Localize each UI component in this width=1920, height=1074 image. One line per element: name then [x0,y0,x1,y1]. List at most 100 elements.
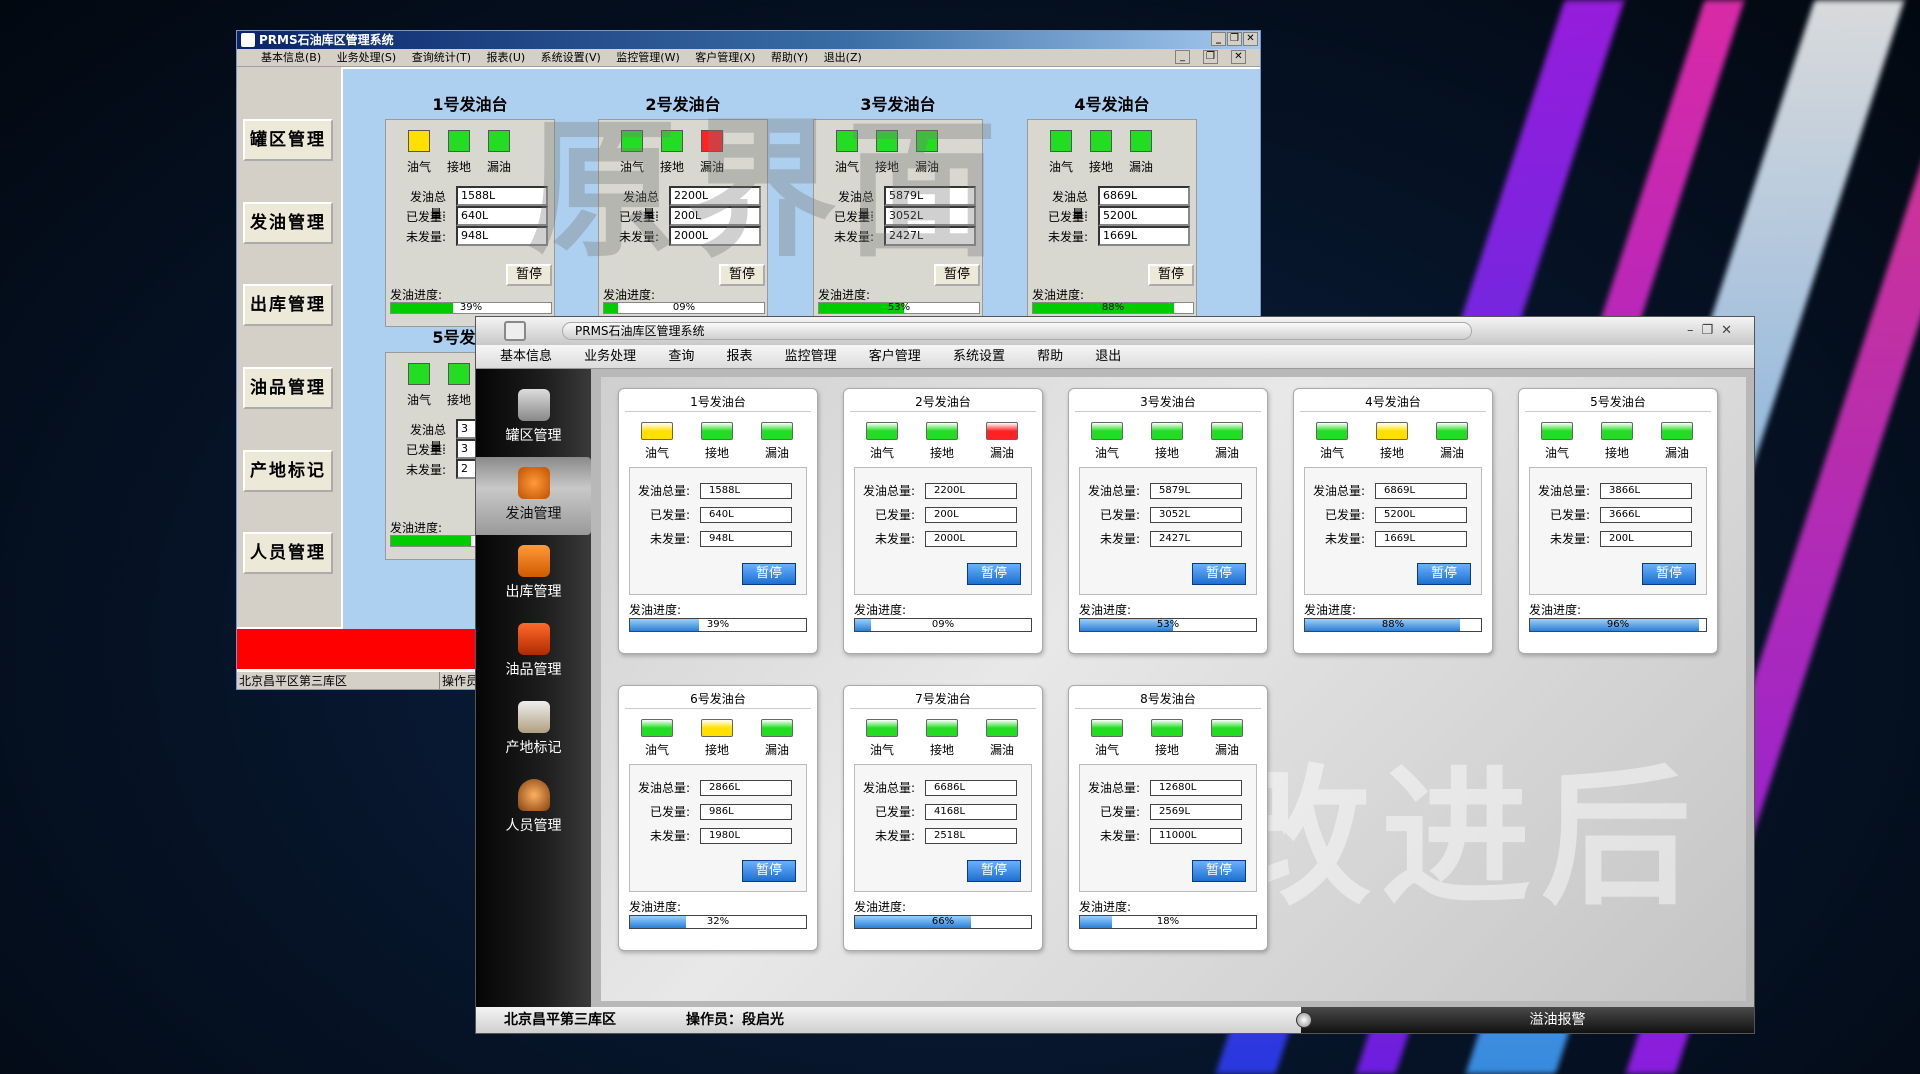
status-light [1541,422,1573,440]
maximize-icon[interactable]: ❐ [1203,50,1218,64]
menu-item[interactable]: 帮助(Y) [771,51,808,64]
pause-button[interactable]: 暂停 [967,860,1021,882]
close-icon[interactable]: ✕ [1243,32,1258,46]
old-nav-oil[interactable]: 油品管理 [243,367,333,409]
old-nav-outbound[interactable]: 出库管理 [243,284,333,326]
new-sidebar: 罐区管理 发油管理 出库管理 油品管理 产地标记 人员管理 [476,369,591,1009]
light-label: 油气 [644,743,669,757]
light-label: 漏油 [764,743,789,757]
station-card: 4号发油台 油气 接地 漏油 发油总量: 6869L 已发量: 5200L 未发量: 1669L 暂… [1293,388,1493,654]
light-label: 油气 [619,160,644,174]
field-label: 未发量: [1099,829,1140,843]
menu-item[interactable]: 监控管理 [785,349,837,364]
light-label: 接地 [1379,446,1404,460]
pause-button[interactable]: 暂停 [1192,860,1246,882]
status-light [1661,422,1693,440]
progress-value: 32% [706,916,730,927]
station-panel: 油气 接地 漏油 发油总量: 1588L 已发量: 640L 未发量: 948L 暂停 发油进度: 3… [385,119,555,327]
status-operator: 操作员：段启光 [686,1012,784,1028]
menu-item[interactable]: 监控管理(W) [616,51,679,64]
field-label: 已发量: [1099,805,1140,819]
field-label: 已发量: [1099,508,1140,522]
old-nav-tank[interactable]: 罐区管理 [243,119,333,161]
pause-button[interactable]: 暂停 [719,264,765,286]
pause-button[interactable]: 暂停 [742,563,796,585]
nav-oil[interactable]: 油品管理 [476,613,591,691]
old-nav-origin[interactable]: 产地标记 [243,450,333,492]
progress-bar: 96% [1529,618,1707,632]
menu-item[interactable]: 客户管理(X) [695,51,755,64]
menu-item[interactable]: 报表 [726,349,752,364]
field-value: 200L [669,206,761,226]
field-value: 986L [700,804,792,820]
menu-item[interactable]: 系统设置(V) [541,51,601,64]
status-light [866,422,898,440]
menu-item[interactable]: 业务处理(S) [337,51,397,64]
minimize-icon[interactable]: – [1687,323,1702,338]
station-card: 3号发油台 油气 接地 漏油 发油总量: 5879L 已发量: 3052L 未发量: 2427L 暂… [1068,388,1268,654]
progress-bar: 66% [854,915,1032,929]
nav-outbound[interactable]: 出库管理 [476,535,591,613]
pause-button[interactable]: 暂停 [1192,563,1246,585]
close-icon[interactable]: ✕ [1721,323,1740,338]
pause-button[interactable]: 暂停 [934,264,980,286]
station-title: 4号发油台 [1365,395,1421,409]
progress-label: 发油进度: [390,288,443,302]
menu-item[interactable]: 基本信息 [500,349,552,364]
menu-item[interactable]: 客户管理 [869,349,921,364]
nav-tank[interactable]: 罐区管理 [476,379,591,457]
pause-button[interactable]: 暂停 [742,860,796,882]
old-station-card: 2号发油台 油气 接地 漏油 发油总量: 2200L 已发量: 200L 未发量: 2000L 暂停… [598,91,768,327]
maximize-icon[interactable]: ❐ [1227,32,1242,46]
field-label: 未发量: [405,463,446,477]
progress-bar: 53% [818,302,980,314]
menu-item[interactable]: 退出 [1095,349,1121,364]
station-title: 6号发油台 [690,692,746,706]
progress-label: 发油进度: [854,900,907,914]
nav-origin[interactable]: 产地标记 [476,691,591,769]
close-icon[interactable]: ✕ [1231,50,1246,64]
menu-item[interactable]: 查询 [668,349,694,364]
old-nav-staff[interactable]: 人员管理 [243,532,333,574]
menu-item[interactable]: 业务处理 [584,349,636,364]
light-label: 接地 [446,160,471,174]
progress-label: 发油进度: [629,900,682,914]
nav-dispatch[interactable]: 发油管理 [476,457,591,535]
pause-button[interactable]: 暂停 [1417,563,1471,585]
station-inner-panel: 发油总量: 5879L 已发量: 3052L 未发量: 2427L 暂停 [1079,467,1257,595]
status-light [448,363,470,385]
nav-label: 罐区管理 [505,428,562,444]
status-light [866,719,898,737]
progress-bar: 32% [629,915,807,929]
station-title: 2号发油台 [915,395,971,409]
menu-item[interactable]: 查询统计(T) [412,51,471,64]
field-value: 640L [700,507,792,523]
minimize-icon[interactable]: _ [1175,50,1190,64]
field-value: 1588L [456,186,548,206]
pause-button[interactable]: 暂停 [1148,264,1194,286]
menu-item[interactable]: 报表(U) [487,51,526,64]
menu-item[interactable]: 退出(Z) [824,51,862,64]
pause-button[interactable]: 暂停 [1642,563,1696,585]
status-light [621,130,643,152]
pause-button[interactable]: 暂停 [967,563,1021,585]
new-menu-bar: 基本信息 业务处理 查询 报表 监控管理 客户管理 系统设置 帮助 退出 [476,345,1754,369]
menu-item[interactable]: 帮助 [1037,349,1063,364]
status-light [408,363,430,385]
status-light [1090,130,1112,152]
menu-item[interactable]: 基本信息(B) [261,51,321,64]
field-label: 未发量: [649,532,690,546]
field-value: 1669L [1375,531,1467,547]
maximize-icon[interactable]: ❐ [1701,323,1721,338]
minimize-icon[interactable]: _ [1211,32,1226,46]
field-label: 已发量: [874,508,915,522]
old-nav-dispatch[interactable]: 发油管理 [243,202,333,244]
light-label: 油气 [869,446,894,460]
field-value: 1980L [700,828,792,844]
status-light [836,130,858,152]
nav-staff[interactable]: 人员管理 [476,769,591,847]
pause-button[interactable]: 暂停 [506,264,552,286]
field-value: 3052L [884,206,976,226]
menu-item[interactable]: 系统设置 [953,349,1005,364]
light-label: 接地 [446,393,471,407]
